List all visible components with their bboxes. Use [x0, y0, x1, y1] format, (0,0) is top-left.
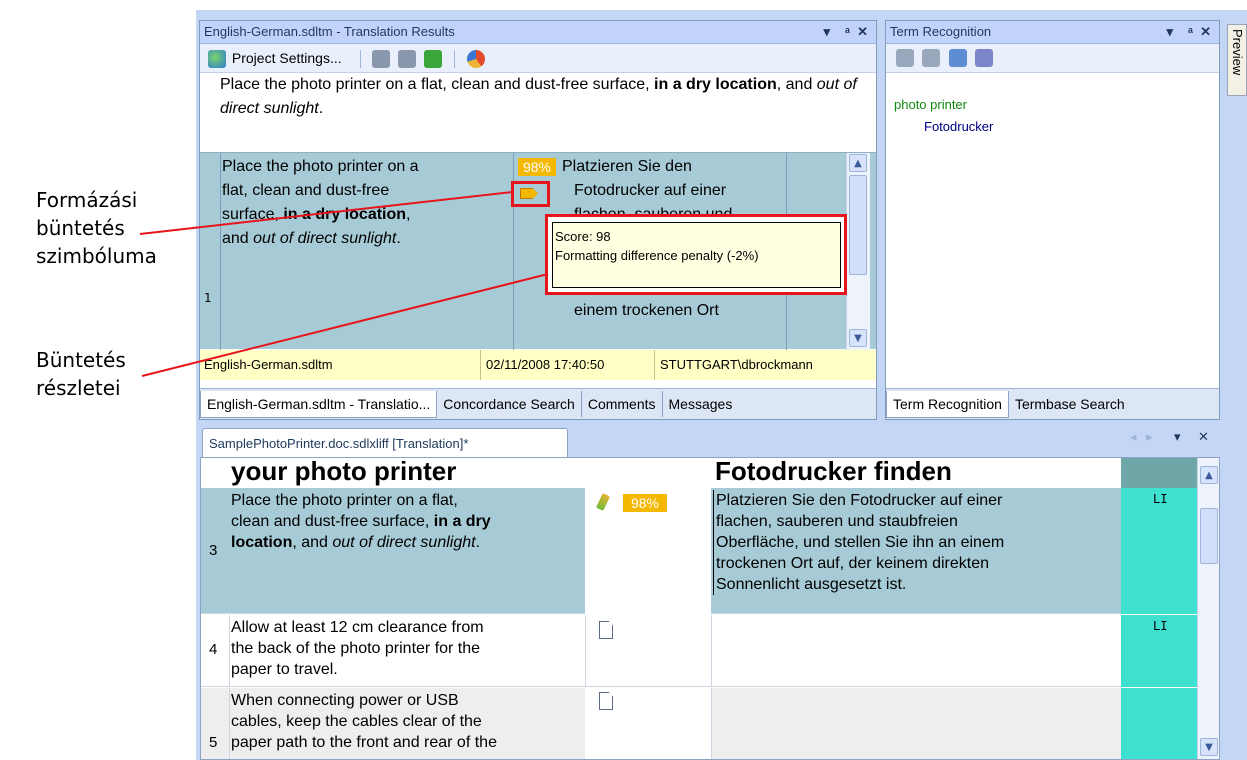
annotation-lines — [139, 191, 549, 377]
callout-line-penalty-symbol — [139, 191, 513, 235]
callout-line-penalty-details — [141, 273, 549, 377]
